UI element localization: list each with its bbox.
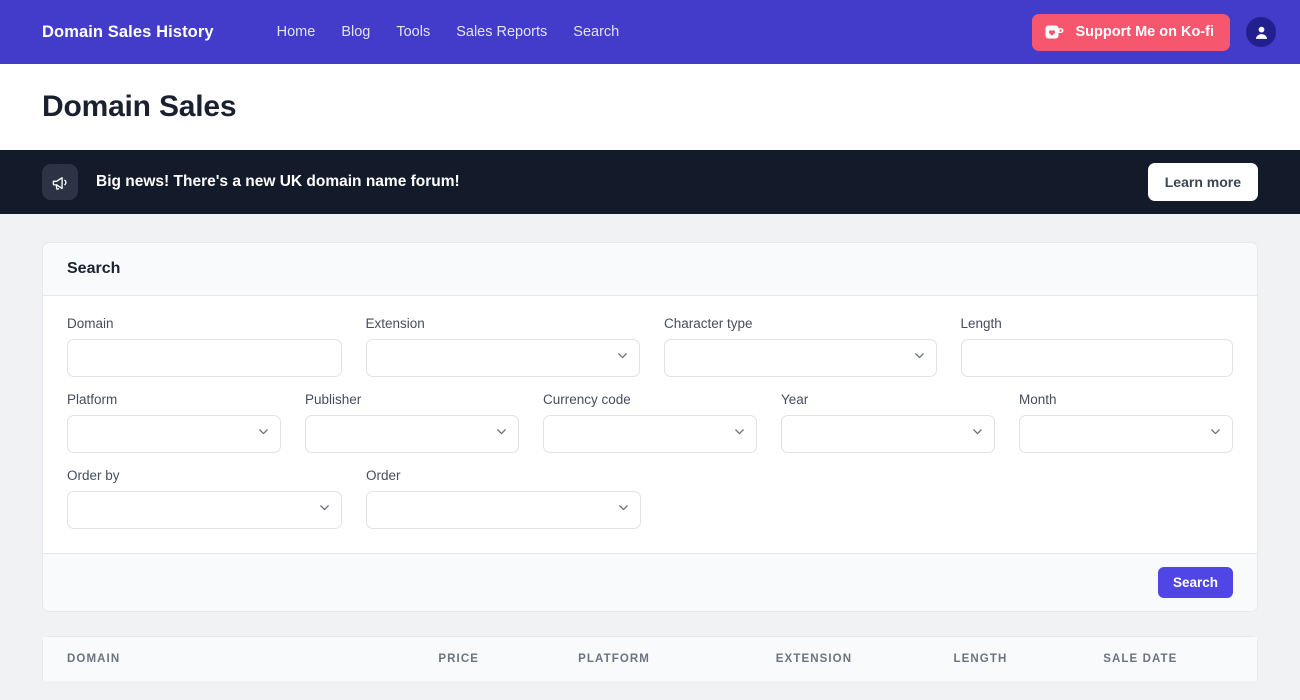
currency-code-select[interactable] xyxy=(543,415,757,453)
results-table-header-row: DOMAIN PRICE PLATFORM EXTENSION LENGTH S… xyxy=(43,637,1257,681)
label-year: Year xyxy=(781,392,809,407)
order-by-select[interactable] xyxy=(67,491,342,529)
nav-link-blog[interactable]: Blog xyxy=(341,24,370,40)
page-title-bar: Domain Sales xyxy=(0,64,1300,150)
label-domain: Domain xyxy=(67,316,114,331)
length-input[interactable] xyxy=(960,339,1233,377)
support-kofi-button[interactable]: Support Me on Ko-fi xyxy=(1032,13,1230,51)
label-publisher: Publisher xyxy=(305,392,362,407)
search-form-row-3: Order by Order xyxy=(67,468,1233,529)
field-extension: Extension xyxy=(365,316,640,377)
label-extension: Extension xyxy=(365,316,425,331)
page-title: Domain Sales xyxy=(42,90,237,123)
search-form: Domain Extension Character type Length P… xyxy=(43,296,1257,553)
megaphone-icon xyxy=(42,164,78,200)
kofi-cup-icon xyxy=(1045,25,1066,40)
month-select[interactable] xyxy=(1019,415,1233,453)
avatar[interactable] xyxy=(1246,17,1276,47)
main-content: Search Domain Extension Character type L… xyxy=(0,214,1300,681)
brand-title[interactable]: Domain Sales History xyxy=(42,23,214,42)
kofi-button-label: Support Me on Ko-fi xyxy=(1075,24,1214,40)
field-domain: Domain xyxy=(67,316,342,377)
column-header-sale-date[interactable]: SALE DATE xyxy=(1103,653,1233,665)
domain-input[interactable] xyxy=(67,339,342,377)
extension-select[interactable] xyxy=(365,339,640,377)
column-header-price[interactable]: PRICE xyxy=(438,653,578,665)
field-character-type: Character type xyxy=(664,316,937,377)
platform-select[interactable] xyxy=(67,415,281,453)
learn-more-button[interactable]: Learn more xyxy=(1147,163,1258,201)
field-month: Month xyxy=(1019,392,1233,453)
field-length: Length xyxy=(960,316,1233,377)
search-form-row-1: Domain Extension Character type Length xyxy=(67,316,1233,377)
column-header-extension[interactable]: EXTENSION xyxy=(776,653,954,665)
column-header-length[interactable]: LENGTH xyxy=(953,653,1103,665)
publisher-select[interactable] xyxy=(305,415,519,453)
column-header-domain[interactable]: DOMAIN xyxy=(67,653,438,665)
search-submit-button[interactable]: Search xyxy=(1157,567,1233,598)
field-order: Order xyxy=(366,468,641,529)
search-card-footer: Search xyxy=(43,553,1257,611)
nav-link-sales-reports[interactable]: Sales Reports xyxy=(456,24,547,40)
nav-link-home[interactable]: Home xyxy=(277,24,316,40)
search-card: Search Domain Extension Character type L… xyxy=(42,242,1258,612)
field-publisher: Publisher xyxy=(305,392,519,453)
announcement-banner: Big news! There's a new UK domain name f… xyxy=(0,150,1300,214)
top-navbar: Domain Sales History Home Blog Tools Sal… xyxy=(0,0,1300,64)
label-platform: Platform xyxy=(67,392,118,407)
order-select[interactable] xyxy=(366,491,641,529)
user-icon xyxy=(1253,24,1270,41)
nav-link-tools[interactable]: Tools xyxy=(396,24,430,40)
main-navigation: Home Blog Tools Sales Reports Search xyxy=(277,24,620,40)
results-table: DOMAIN PRICE PLATFORM EXTENSION LENGTH S… xyxy=(42,636,1258,681)
label-currency-code: Currency code xyxy=(543,392,631,407)
banner-message: Big news! There's a new UK domain name f… xyxy=(96,173,460,190)
field-year: Year xyxy=(781,392,995,453)
nav-link-search[interactable]: Search xyxy=(573,24,619,40)
search-form-row-2: Platform Publisher Currency code Year Mo… xyxy=(67,392,1233,453)
label-order: Order xyxy=(366,468,401,483)
year-select[interactable] xyxy=(781,415,995,453)
field-currency-code: Currency code xyxy=(543,392,757,453)
character-type-select[interactable] xyxy=(664,339,937,377)
label-order-by: Order by xyxy=(67,468,120,483)
label-length: Length xyxy=(960,316,1002,331)
field-platform: Platform xyxy=(67,392,281,453)
column-header-platform[interactable]: PLATFORM xyxy=(578,653,776,665)
search-card-title: Search xyxy=(43,243,1257,296)
navbar-right-group: Support Me on Ko-fi xyxy=(1032,13,1276,51)
field-order-by: Order by xyxy=(67,468,342,529)
label-character-type: Character type xyxy=(664,316,753,331)
label-month: Month xyxy=(1019,392,1057,407)
